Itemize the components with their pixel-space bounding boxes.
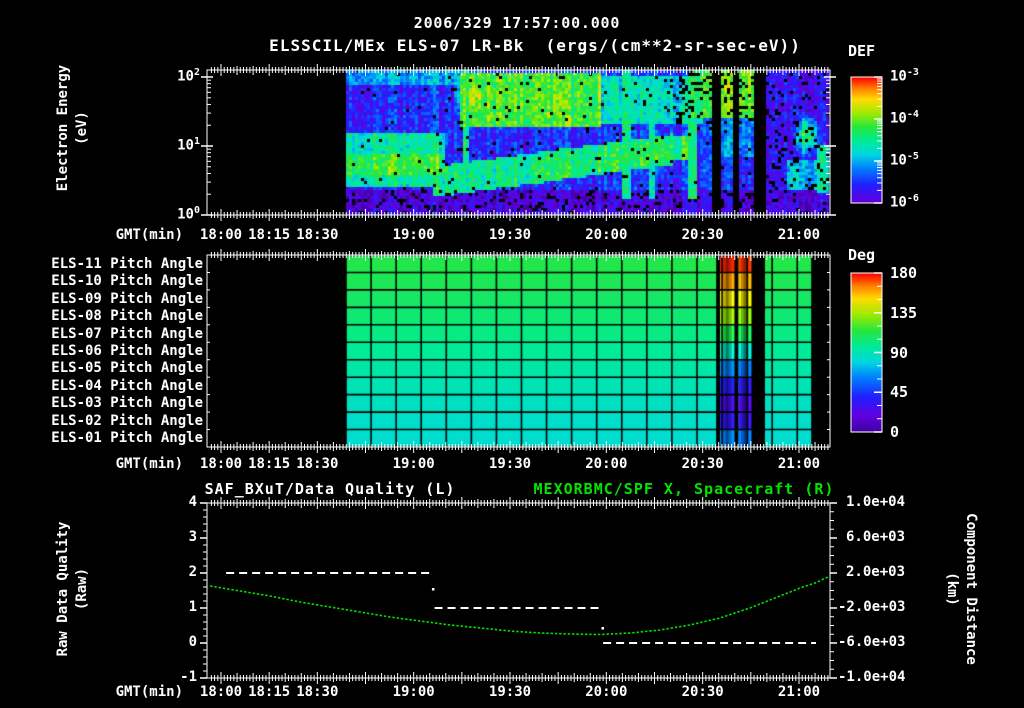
quality-title-left: SAF_BXuT/Data Quality (L) — [204, 480, 456, 498]
deg-tick-label: 90 — [890, 343, 909, 362]
quality-title-right: MEXORBMC/SPF X, Spacecraft (R) — [533, 480, 835, 498]
deg-tick-label: 45 — [890, 383, 909, 402]
quality-right-tick-label: 6.0e+03 — [846, 529, 906, 545]
pitch-row-label: ELS-08 Pitch Angle — [51, 308, 203, 325]
xtick-label: 18:15 — [248, 227, 291, 243]
deg-tick-label: 0 — [890, 423, 900, 441]
xtick-label: 19:30 — [488, 456, 532, 472]
xtick-label: 19:00 — [392, 684, 435, 700]
xtick-label: 20:00 — [585, 456, 628, 472]
quality-left-tick-label: 1 — [188, 599, 197, 615]
xtick-label: 20:30 — [681, 227, 724, 243]
xtick-label: 19:30 — [488, 684, 532, 700]
def-colorbar-title: DEF — [848, 42, 876, 60]
quality-right-tick-label: 2.0e+03 — [846, 564, 906, 580]
pitch-x-axis-label: GMT(min) — [115, 456, 183, 472]
pitch-row-label: ELS-06 Pitch Angle — [51, 343, 203, 359]
deg-colorbar — [851, 273, 882, 432]
quality-xtick-labels: 18:00 18:15 18:30 19:00 19:30 20:00 20:30 21:00 — [200, 684, 830, 700]
pitch-angle-panel — [207, 255, 830, 447]
spacecraft-x-curve — [209, 576, 829, 636]
xtick-label: 18:15 — [248, 684, 291, 700]
spectro-ytick-label: 100 — [177, 205, 200, 223]
xtick-label: 18:00 — [199, 684, 243, 700]
plot-page: { "header": { "title_datetime": "2006/32… — [0, 0, 1024, 708]
def-tick-label: 10-3 — [890, 67, 919, 85]
spectro-xtick-labels: 18:00 18:15 18:30 19:00 19:30 20:00 20:30 21:00 — [200, 227, 830, 243]
xtick-label: 20:00 — [585, 227, 628, 243]
quality-left-tick-label: -1 — [180, 669, 197, 685]
deg-tick-label: 135 — [890, 303, 918, 322]
page-title-datetime: 2006/329 17:57:00.000 — [413, 14, 621, 32]
spectro-ytick-label: 102 — [177, 67, 200, 85]
xtick-label: 18:00 — [199, 456, 243, 472]
quality-right-tick-label: -2.0e+03 — [838, 599, 906, 615]
pitch-row-label: ELS-09 Pitch Angle — [51, 290, 203, 307]
xtick-label: 20:30 — [681, 456, 724, 472]
pitch-row-label: ELS-03 Pitch Angle — [51, 395, 203, 412]
quality-right-tick-label: -1.0e+04 — [838, 669, 906, 685]
spectro-x-axis-label: GMT(min) — [115, 227, 183, 243]
quality-right-tick-label: 1.0e+04 — [846, 494, 906, 510]
pitch-row-label: ELS-02 Pitch Angle — [51, 412, 203, 429]
pitch-row-label: ELS-04 Pitch Angle — [51, 377, 203, 394]
xtick-label: 19:00 — [392, 456, 435, 472]
xtick-label: 19:30 — [488, 227, 532, 243]
xtick-label: 19:00 — [392, 227, 435, 243]
pitch-row-label: ELS-10 Pitch Angle — [51, 273, 203, 290]
xtick-label: 18:30 — [296, 684, 339, 700]
xtick-label: 20:00 — [585, 684, 628, 700]
xtick-label: 21:00 — [777, 456, 821, 472]
electron-energy-spectrogram — [207, 70, 830, 215]
pitch-row-label: ELS-01 Pitch Angle — [51, 430, 203, 447]
quality-right-tick-label: -6.0e+03 — [838, 634, 906, 650]
xtick-label: 18:30 — [296, 227, 339, 243]
def-colorbar — [851, 77, 882, 203]
def-tick-label: 10-5 — [890, 151, 919, 169]
xtick-label: 18:15 — [248, 456, 291, 472]
xtick-label: 21:00 — [777, 684, 821, 700]
def-tick-label: 10-4 — [890, 109, 919, 127]
quality-left-tick-label: 0 — [188, 634, 197, 650]
quality-x-axis-label: GMT(min) — [115, 684, 183, 700]
quality-left-tick-label: 3 — [188, 529, 197, 545]
pitch-row-label: ELS-07 Pitch Angle — [51, 325, 203, 342]
deg-colorbar-title: Deg — [848, 246, 876, 264]
xtick-label: 21:00 — [777, 227, 821, 243]
page-title-instrument: ELSSCIL/MEx ELS-07 LR-Bk (ergs/(cm**2-sr… — [269, 36, 801, 55]
pitch-row-label: ELS-11 Pitch Angle — [51, 255, 203, 272]
quality-left-tick-label: 4 — [188, 494, 197, 510]
deg-tick-label: 180 — [890, 264, 918, 282]
quality-left-tick-label: 2 — [188, 564, 197, 580]
pitch-row-label: ELS-05 Pitch Angle — [51, 360, 203, 377]
xtick-label: 18:30 — [296, 456, 339, 472]
def-tick-label: 10-6 — [890, 193, 919, 211]
spectro-ytick-label: 101 — [177, 136, 200, 154]
xtick-label: 18:00 — [199, 227, 243, 243]
xtick-label: 20:30 — [681, 684, 724, 700]
pitch-xtick-labels: 18:00 18:15 18:30 19:00 19:30 20:00 20:30 21:00 — [200, 456, 830, 472]
